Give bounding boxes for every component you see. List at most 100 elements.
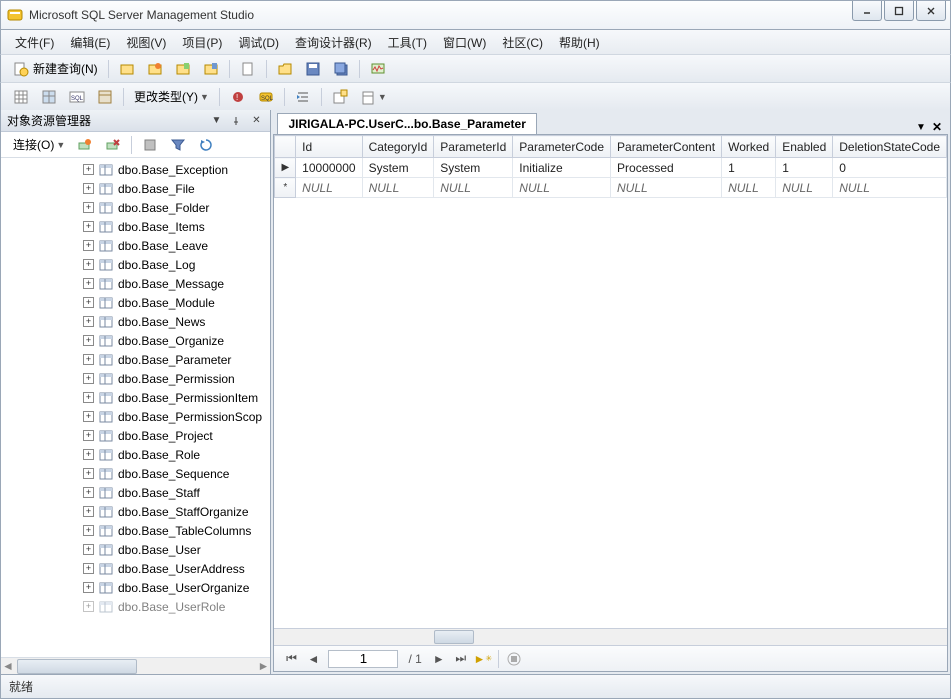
document-tab[interactable]: JIRIGALA-PC.UserC...bo.Base_Parameter <box>277 113 536 134</box>
table-row[interactable]: *NULLNULLNULLNULLNULLNULLNULLNULL <box>275 178 947 198</box>
tb-btn-2[interactable] <box>114 58 140 80</box>
tree-node[interactable]: dbo.Base_Log <box>1 255 270 274</box>
expander-icon[interactable] <box>83 335 94 346</box>
cell[interactable]: NULL <box>722 178 776 198</box>
cell[interactable]: Processed <box>611 158 722 178</box>
minimize-button[interactable] <box>852 1 882 21</box>
menu-debug[interactable]: 调试(D) <box>230 32 287 53</box>
tb-btn-6[interactable] <box>235 58 261 80</box>
nav-current-input[interactable] <box>328 650 398 668</box>
tb-btn-4[interactable] <box>170 58 196 80</box>
cell[interactable]: System <box>362 158 434 178</box>
disconnect-button[interactable] <box>100 134 126 156</box>
tree-node[interactable]: dbo.Base_News <box>1 312 270 331</box>
dropdown-button[interactable]: ▼ <box>208 113 224 129</box>
expander-icon[interactable] <box>83 430 94 441</box>
cell[interactable]: NULL <box>434 178 513 198</box>
expander-icon[interactable] <box>83 411 94 422</box>
column-header[interactable]: Worked <box>722 136 776 158</box>
nav-prev-button[interactable]: ◄ <box>303 649 323 669</box>
expander-icon[interactable] <box>83 202 94 213</box>
connect-button[interactable]: 连接(O) ▼ <box>8 134 70 156</box>
menu-query-designer[interactable]: 查询设计器(R) <box>287 32 380 53</box>
cell[interactable]: Initialize <box>513 158 611 178</box>
refresh-button[interactable] <box>193 134 219 156</box>
cell[interactable]: NULL <box>513 178 611 198</box>
expander-icon[interactable] <box>83 259 94 270</box>
tree-node[interactable]: dbo.Base_Folder <box>1 198 270 217</box>
cell[interactable]: NULL <box>611 178 722 198</box>
expander-icon[interactable] <box>83 164 94 175</box>
pin-button[interactable] <box>228 113 244 129</box>
tree-node[interactable]: dbo.Base_UserAddress <box>1 559 270 578</box>
column-header[interactable]: ParameterCode <box>513 136 611 158</box>
expander-icon[interactable] <box>83 316 94 327</box>
expander-icon[interactable] <box>83 525 94 536</box>
menu-edit[interactable]: 编辑(E) <box>62 32 118 53</box>
menu-window[interactable]: 窗口(W) <box>435 32 494 53</box>
tb2-btn-7[interactable] <box>290 86 316 108</box>
expander-icon[interactable] <box>83 354 94 365</box>
save-all-button[interactable] <box>328 58 354 80</box>
cell[interactable]: 0 <box>833 158 947 178</box>
nav-new-button[interactable]: ►✳ <box>473 649 493 669</box>
menu-community[interactable]: 社区(C) <box>494 32 551 53</box>
tab-close-button[interactable]: ✕ <box>932 120 942 134</box>
tree-node[interactable]: dbo.Base_Project <box>1 426 270 445</box>
activity-monitor-button[interactable] <box>365 58 391 80</box>
stop-button[interactable] <box>137 134 163 156</box>
execute-button[interactable]: ! <box>225 86 251 108</box>
tree-node[interactable]: dbo.Base_User <box>1 540 270 559</box>
column-header[interactable]: Enabled <box>776 136 833 158</box>
tree-node[interactable]: dbo.Base_PermissionScop <box>1 407 270 426</box>
tree-node[interactable]: dbo.Base_Organize <box>1 331 270 350</box>
expander-icon[interactable] <box>83 468 94 479</box>
change-type-button[interactable]: 更改类型(Y) ▼ <box>129 86 214 108</box>
cell[interactable]: NULL <box>362 178 434 198</box>
expander-icon[interactable] <box>83 297 94 308</box>
expander-icon[interactable] <box>83 601 94 612</box>
tree-node[interactable]: dbo.Base_Staff <box>1 483 270 502</box>
tb-btn-3[interactable] <box>142 58 168 80</box>
tree-node[interactable]: dbo.Base_Role <box>1 445 270 464</box>
column-header[interactable]: CategoryId <box>362 136 434 158</box>
tree-node[interactable]: dbo.Base_Sequence <box>1 464 270 483</box>
tree-node[interactable]: dbo.Base_UserOrganize <box>1 578 270 597</box>
expander-icon[interactable] <box>83 183 94 194</box>
menu-view[interactable]: 视图(V) <box>118 32 174 53</box>
cell[interactable]: NULL <box>833 178 947 198</box>
nav-next-button[interactable]: ► <box>429 649 449 669</box>
expander-icon[interactable] <box>83 240 94 251</box>
expander-icon[interactable] <box>83 487 94 498</box>
tree-node[interactable]: dbo.Base_Permission <box>1 369 270 388</box>
tab-dropdown-button[interactable]: ▼ <box>916 122 926 133</box>
cell[interactable]: 1 <box>776 158 833 178</box>
expander-icon[interactable] <box>83 563 94 574</box>
explorer-h-scrollbar[interactable]: ◄ ► <box>1 657 270 674</box>
close-pane-button[interactable]: ✕ <box>248 113 264 129</box>
tb2-btn-1[interactable] <box>8 86 34 108</box>
nav-last-button[interactable]: ⏭ <box>451 649 471 669</box>
column-header[interactable]: ParameterContent <box>611 136 722 158</box>
nav-first-button[interactable]: ⏮ <box>281 649 301 669</box>
maximize-button[interactable] <box>884 1 914 21</box>
row-header[interactable]: * <box>275 178 296 198</box>
menu-help[interactable]: 帮助(H) <box>551 32 608 53</box>
menu-tools[interactable]: 工具(T) <box>380 32 435 53</box>
tree-node[interactable]: dbo.Base_Items <box>1 217 270 236</box>
row-header[interactable]: ▶ <box>275 158 296 178</box>
cell[interactable]: System <box>434 158 513 178</box>
new-query-button[interactable]: 新建查询(N) <box>8 58 103 80</box>
table-row[interactable]: ▶10000000SystemSystemInitializeProcessed… <box>275 158 947 178</box>
tb2-btn-2[interactable] <box>36 86 62 108</box>
tree-view[interactable]: dbo.Base_Exceptiondbo.Base_Filedbo.Base_… <box>1 158 270 657</box>
column-header[interactable]: DeletionStateCode <box>833 136 947 158</box>
tree-node[interactable]: dbo.Base_Parameter <box>1 350 270 369</box>
expander-icon[interactable] <box>83 221 94 232</box>
expander-icon[interactable] <box>83 392 94 403</box>
expander-icon[interactable] <box>83 582 94 593</box>
column-header[interactable]: ParameterId <box>434 136 513 158</box>
tb2-btn-4[interactable] <box>92 86 118 108</box>
cell[interactable]: 1 <box>722 158 776 178</box>
cell[interactable]: 10000000 <box>296 158 362 178</box>
